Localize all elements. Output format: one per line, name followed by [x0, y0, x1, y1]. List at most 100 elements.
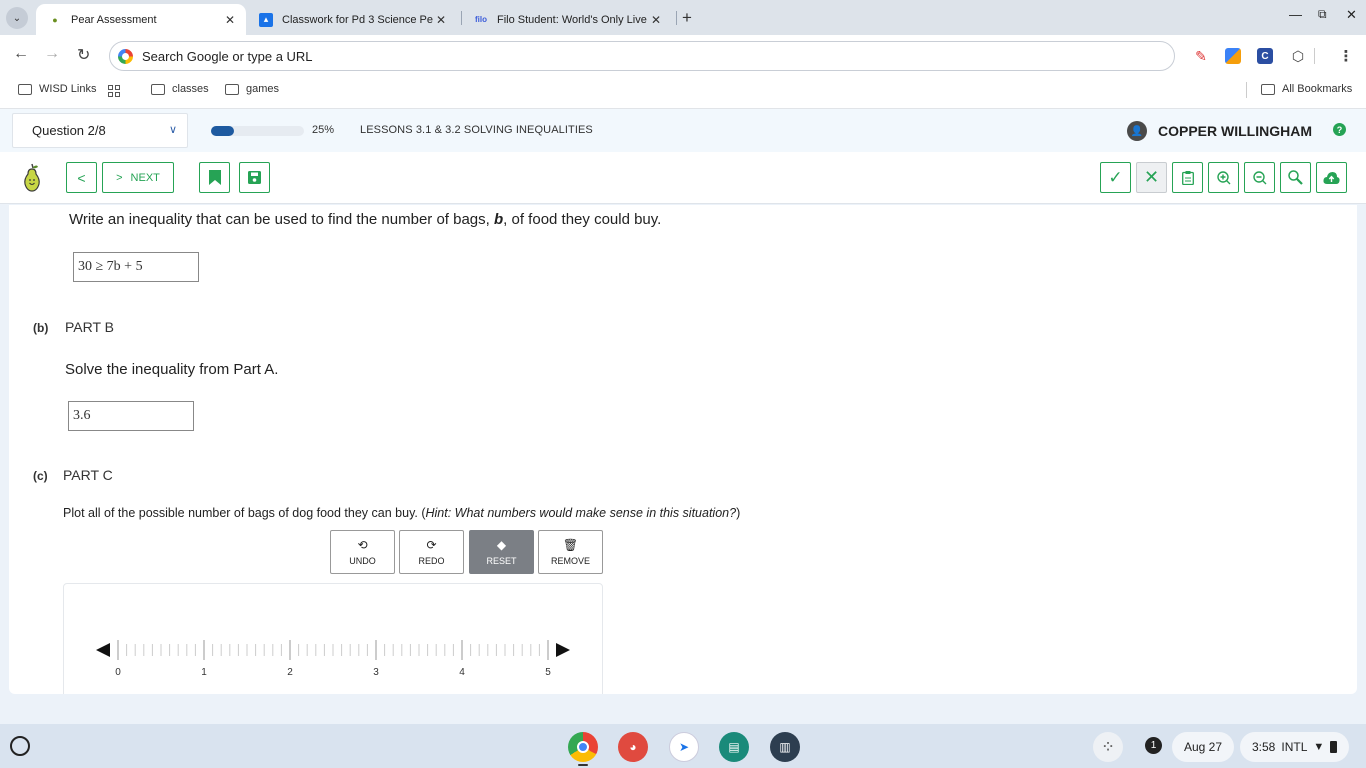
part-b-answer-input[interactable]: 3.6	[68, 401, 194, 431]
previous-button[interactable]: <	[66, 162, 97, 193]
stats-app-icon[interactable]: ▥	[770, 732, 800, 762]
right-arrow	[556, 643, 570, 657]
part-a-answer-input[interactable]: 30 ≥ 7b + 5	[73, 252, 199, 282]
chrome-icon[interactable]	[568, 732, 598, 762]
close-icon[interactable]: ✕	[433, 13, 449, 27]
eraser-icon: ◆	[496, 537, 507, 552]
folder-icon	[151, 83, 165, 95]
launcher-icon[interactable]	[10, 736, 30, 756]
close-window-icon[interactable]: ✕	[1346, 7, 1357, 23]
progress-percent: 25%	[312, 124, 335, 136]
zoom-in-button[interactable]	[1208, 162, 1239, 193]
x-icon: ✕	[1143, 167, 1160, 187]
tab-filo[interactable]: filo Filo Student: World's Only Live ✕	[462, 4, 672, 35]
undo-icon: ⟲	[357, 537, 368, 552]
pen-extension-icon[interactable]: ✎	[1193, 48, 1209, 64]
folder-icon	[1261, 83, 1275, 95]
redo-button[interactable]: ⟳ REDO	[399, 530, 464, 574]
bookmark-button[interactable]	[199, 162, 230, 193]
upload-button[interactable]	[1316, 162, 1347, 193]
tick-label: 5	[545, 667, 551, 678]
address-bar[interactable]: Search Google or type a URL	[109, 41, 1175, 71]
palette-app-icon[interactable]: ◕	[618, 732, 648, 762]
minimize-icon[interactable]: —	[1289, 7, 1302, 22]
question-selector[interactable]: Question 2/8 ∨	[12, 113, 188, 148]
send-app-icon[interactable]: ➤	[669, 732, 699, 762]
address-placeholder: Search Google or type a URL	[142, 48, 313, 64]
part-b-prompt: Solve the inequality from Part A.	[65, 361, 279, 378]
progress-bar	[211, 126, 304, 136]
progress-fill	[211, 126, 235, 136]
input-method-text: INTL	[1281, 740, 1308, 754]
close-icon[interactable]: ✕	[222, 13, 238, 27]
cloud-upload-icon	[1323, 172, 1340, 184]
part-c-prompt-text: Plot all of the possible number of bags …	[63, 506, 426, 520]
time-text: 3:58	[1252, 740, 1276, 754]
undo-button[interactable]: ⟲ UNDO	[330, 530, 395, 574]
bookmark-classes[interactable]: classes	[151, 83, 209, 95]
magnifier-button[interactable]	[1280, 162, 1311, 193]
tab-pear-assessment[interactable]: ● Pear Assessment ✕	[36, 4, 246, 35]
all-bookmarks-label: All Bookmarks	[1282, 83, 1353, 95]
clipboard-icon	[1181, 170, 1194, 185]
folder-icon	[225, 83, 239, 95]
forward-icon[interactable]: →	[44, 45, 60, 63]
tab-title: Pear Assessment	[71, 13, 157, 26]
zoom-out-icon	[1252, 170, 1266, 184]
classroom-app-icon[interactable]: ▤	[719, 732, 749, 762]
calculator-button[interactable]	[1172, 162, 1203, 193]
next-label: NEXT	[130, 171, 160, 184]
part-a-prompt-text: Write an inequality that can be used to …	[69, 211, 494, 228]
part-c-title: PART C	[63, 467, 113, 483]
back-icon[interactable]: ←	[13, 45, 29, 63]
bookmark-label: classes	[172, 83, 209, 95]
extension-icon[interactable]	[1225, 48, 1241, 64]
status-tray[interactable]: 3:58 INTL ▼	[1240, 732, 1350, 762]
all-bookmarks[interactable]: All Bookmarks	[1261, 83, 1352, 95]
reload-icon[interactable]: ↻	[77, 45, 90, 65]
reset-button[interactable]: ◆ RESET	[469, 530, 534, 574]
restore-icon[interactable]: ⧉	[1318, 7, 1327, 22]
chevron-right-icon: >	[116, 171, 123, 184]
remove-button[interactable]: 🗑 REMOVE	[538, 530, 603, 574]
number-line[interactable]: 0 1 2 3 4 5	[64, 584, 604, 694]
bookmark-icon	[208, 170, 221, 185]
toolbar-divider	[1314, 48, 1315, 64]
bookmark-games[interactable]: games	[225, 83, 279, 95]
tick-label: 2	[287, 667, 293, 678]
save-button[interactable]	[239, 162, 270, 193]
puzzle-extensions-icon[interactable]: ⬡	[1290, 48, 1306, 64]
correct-button[interactable]: ✓	[1100, 162, 1131, 193]
number-line-graph[interactable]: 0 1 2 3 4 5	[63, 583, 603, 694]
apps-grid-button[interactable]	[108, 85, 120, 97]
user-avatar-icon[interactable]: 👤	[1127, 121, 1147, 141]
question-selector-label: Question 2/8	[32, 123, 106, 138]
redo-label: REDO	[418, 555, 445, 566]
save-icon	[248, 171, 261, 184]
close-icon[interactable]: ✕	[648, 13, 664, 27]
chevron-down-icon: ∨	[168, 124, 177, 136]
next-button[interactable]: > NEXT	[102, 162, 174, 193]
part-a-prompt: Write an inequality that can be used to …	[69, 211, 661, 228]
assessment-topbar: Question 2/8 ∨ 25% LESSONS 3.1 & 3.2 SOL…	[0, 109, 1366, 152]
classroom-icon: ▴	[259, 12, 273, 27]
folder-icon	[18, 83, 32, 95]
date-pill[interactable]: Aug 27	[1172, 732, 1235, 762]
menu-kebab-icon[interactable]: ⋮	[1338, 48, 1354, 65]
zoom-out-button[interactable]	[1244, 162, 1275, 193]
bookmarks-bar: WISD Links classes games All Bookmarks	[0, 77, 1366, 109]
chevron-left-icon: <	[77, 169, 86, 186]
new-tab-icon[interactable]: +	[682, 8, 692, 28]
part-c-prompt-end: )	[736, 506, 741, 520]
c-extension-icon[interactable]: C	[1257, 48, 1273, 64]
help-icon[interactable]: ?	[1333, 123, 1346, 136]
notification-count[interactable]: 1	[1145, 737, 1162, 754]
question-card: Write an inequality that can be used to …	[9, 205, 1357, 694]
bookmark-wisd-links[interactable]: WISD Links	[18, 83, 96, 95]
variable-b: b	[494, 211, 504, 228]
incorrect-button[interactable]: ✕	[1136, 162, 1167, 193]
tab-classroom[interactable]: ▴ Classwork for Pd 3 Science Pe ✕	[247, 4, 457, 35]
screenshot-tray-icon[interactable]: ⁘	[1093, 732, 1123, 762]
tab-search-chevron-icon[interactable]: ⌄	[6, 7, 28, 29]
trash-icon: 🗑	[562, 537, 579, 552]
